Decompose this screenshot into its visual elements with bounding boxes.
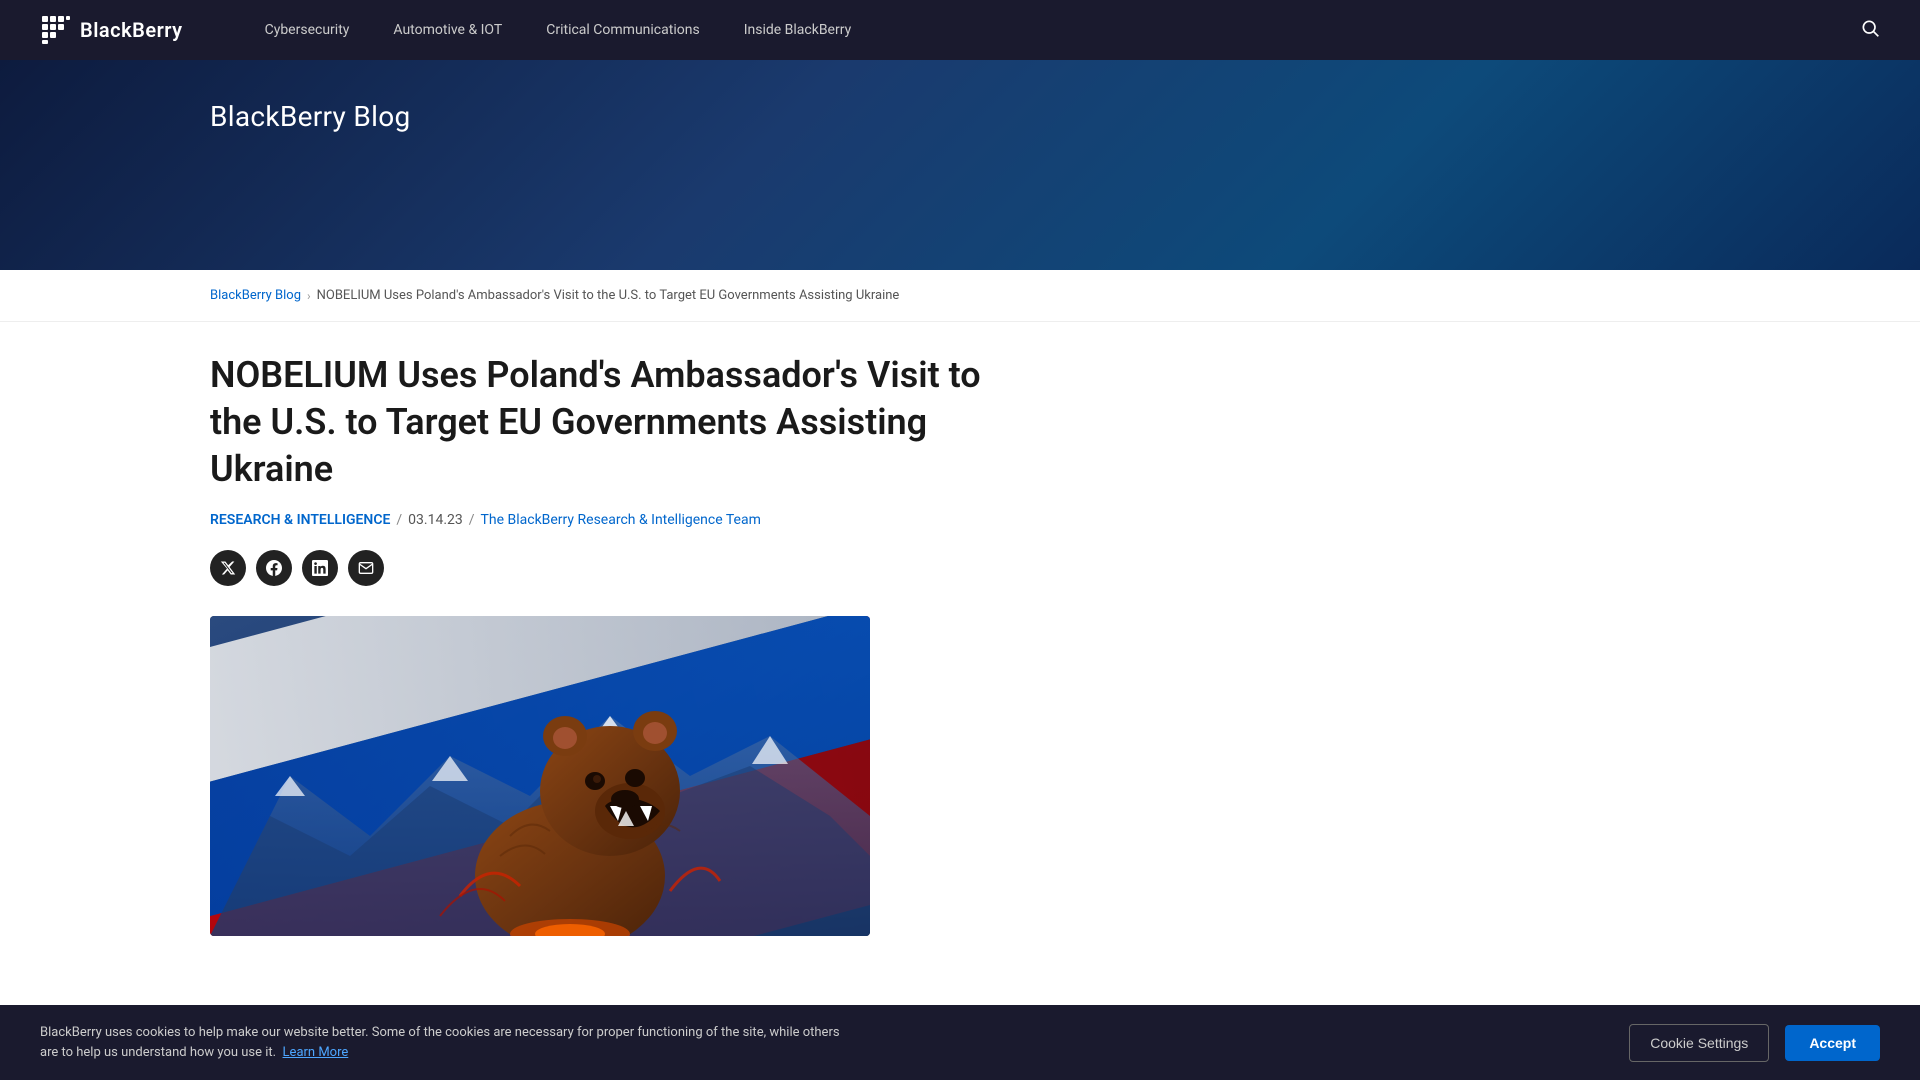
cookie-banner: BlackBerry uses cookies to help make our… xyxy=(0,1005,1920,1080)
meta-separator-1: / xyxy=(396,512,402,528)
meta-separator-2: / xyxy=(469,512,475,528)
breadcrumb-current: NOBELIUM Uses Poland's Ambassador's Visi… xyxy=(317,288,900,303)
cookie-message: BlackBerry uses cookies to help make our… xyxy=(40,1023,840,1062)
facebook-share-button[interactable] xyxy=(256,550,292,586)
breadcrumb-home[interactable]: BlackBerry Blog xyxy=(210,288,301,303)
nav-inside-blackberry[interactable]: Inside BlackBerry xyxy=(722,0,874,60)
article-date: 03.14.23 xyxy=(408,512,463,528)
article-category[interactable]: RESEARCH & INTELLIGENCE xyxy=(210,512,390,528)
cookie-actions: Cookie Settings Accept xyxy=(1629,1024,1880,1062)
article-content: NOBELIUM Uses Poland's Ambassador's Visi… xyxy=(0,322,1920,996)
breadcrumb-separator: › xyxy=(307,289,311,303)
hero-title: BlackBerry Blog xyxy=(210,100,411,133)
linkedin-share-button[interactable] xyxy=(302,550,338,586)
logo-text: BlackBerry xyxy=(80,18,183,42)
cookie-settings-button[interactable]: Cookie Settings xyxy=(1629,1024,1769,1062)
nav-critical-communications[interactable]: Critical Communications xyxy=(524,0,721,60)
article-image xyxy=(210,616,870,936)
article-author[interactable]: The BlackBerry Research & Intelligence T… xyxy=(481,512,761,528)
nav-links: Cybersecurity Automotive & IOT Critical … xyxy=(243,0,1860,60)
cookie-accept-button[interactable]: Accept xyxy=(1785,1025,1880,1061)
cookie-learn-more-link[interactable]: Learn More xyxy=(283,1045,349,1060)
article-title: NOBELIUM Uses Poland's Ambassador's Visi… xyxy=(210,352,1030,492)
logo[interactable]: BlackBerry xyxy=(40,14,183,46)
breadcrumb: BlackBerry Blog › NOBELIUM Uses Poland's… xyxy=(0,270,1920,322)
hero-section: BlackBerry Blog xyxy=(0,60,1920,270)
twitter-share-button[interactable] xyxy=(210,550,246,586)
email-share-button[interactable] xyxy=(348,550,384,586)
navigation: BlackBerry Cybersecurity Automotive & IO… xyxy=(0,0,1920,60)
nav-cybersecurity[interactable]: Cybersecurity xyxy=(243,0,372,60)
search-icon[interactable] xyxy=(1860,18,1880,43)
article-meta: RESEARCH & INTELLIGENCE / 03.14.23 / The… xyxy=(210,512,1710,528)
nav-automotive[interactable]: Automotive & IOT xyxy=(371,0,524,60)
social-share xyxy=(210,550,1710,586)
